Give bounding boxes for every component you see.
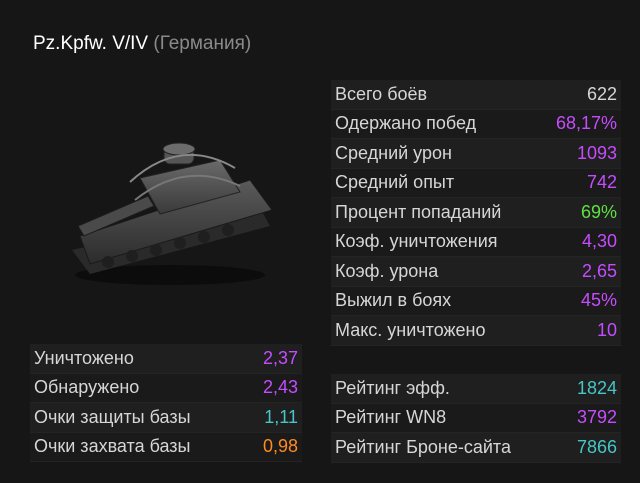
stat-row: Очки захвата базы 0,98 (30, 432, 302, 462)
stat-value: 10 (596, 319, 617, 340)
stat-label: Очки захвата базы (34, 436, 191, 457)
stat-row: Одержано побед 68,17% (331, 109, 621, 139)
stat-value: 2,65 (581, 260, 617, 281)
stat-label: Средний опыт (335, 172, 455, 193)
stat-label: Всего боёв (335, 83, 428, 104)
stat-value: 2,37 (262, 347, 298, 368)
stat-label: Макс. уничтожено (335, 319, 486, 340)
stat-label: Процент попаданий (335, 201, 502, 222)
stat-value: 1824 (576, 377, 617, 398)
stat-row: Уничтожено 2,37 (30, 344, 302, 374)
tank-title: Pz.Kpfw. V/IV (Германия) (33, 33, 251, 55)
stat-value: 2,43 (262, 377, 298, 398)
tank-nation: (Германия) (153, 33, 252, 54)
stat-row: Рейтинг WN8 3792 (331, 403, 621, 433)
stat-value: 622 (586, 83, 617, 104)
stat-value: 0,98 (262, 436, 298, 457)
stat-value: 1,11 (264, 406, 298, 427)
stat-label: Коэф. уничтожения (335, 231, 498, 252)
avg-stats-table: Уничтожено 2,37 Обнаружено 2,43 Очки защиты … (30, 344, 302, 462)
stat-row: Средний опыт 742 (331, 168, 621, 198)
stat-value: 69% (580, 201, 617, 222)
stat-value: 742 (586, 172, 617, 193)
stat-row: Всего боёв 622 (331, 80, 621, 110)
stat-row: Очки защиты базы 1,11 (30, 403, 302, 433)
stat-row: Средний урон 1093 (331, 139, 621, 169)
stat-row: Обнаружено 2,43 (30, 373, 302, 403)
stat-label: Коэф. урона (335, 260, 439, 281)
stat-value: 3792 (576, 407, 617, 428)
stat-label: Очки защиты базы (34, 406, 191, 427)
stat-row: Коэф. урона 2,65 (331, 257, 621, 287)
stat-row: Коэф. уничтожения 4,30 (331, 227, 621, 257)
stat-label: Средний урон (335, 142, 452, 163)
stat-label: Одержано побед (335, 113, 477, 134)
tank-name: Pz.Kpfw. V/IV (33, 33, 149, 54)
stat-row: Макс. уничтожено 10 (331, 316, 621, 346)
stat-label: Рейтинг Броне-сайта (335, 436, 511, 457)
stat-value: 4,30 (581, 231, 617, 252)
stat-label: Обнаружено (34, 377, 140, 398)
stat-label: Рейтинг WN8 (335, 407, 447, 428)
stat-row: Рейтинг эфф. 1824 (331, 374, 621, 404)
stat-row: Рейтинг Броне-сайта 7866 (331, 433, 621, 463)
stat-value: 1093 (576, 142, 617, 163)
main-stats-table: Всего боёв 622 Одержано побед 68,17% Средний… (331, 80, 621, 346)
tank-image (60, 140, 280, 290)
stat-value: 7866 (576, 436, 617, 457)
stat-label: Уничтожено (34, 347, 134, 368)
stat-row: Выжил в боях 45% (331, 286, 621, 316)
stat-value: 68,17% (555, 113, 617, 134)
stat-value: 45% (580, 290, 617, 311)
ratings-table: Рейтинг эфф. 1824 Рейтинг WN8 3792 Рейтинг Б… (331, 374, 621, 463)
stat-label: Рейтинг эфф. (335, 377, 450, 398)
stat-row: Процент попаданий 69% (331, 198, 621, 228)
stat-label: Выжил в боях (335, 290, 452, 311)
